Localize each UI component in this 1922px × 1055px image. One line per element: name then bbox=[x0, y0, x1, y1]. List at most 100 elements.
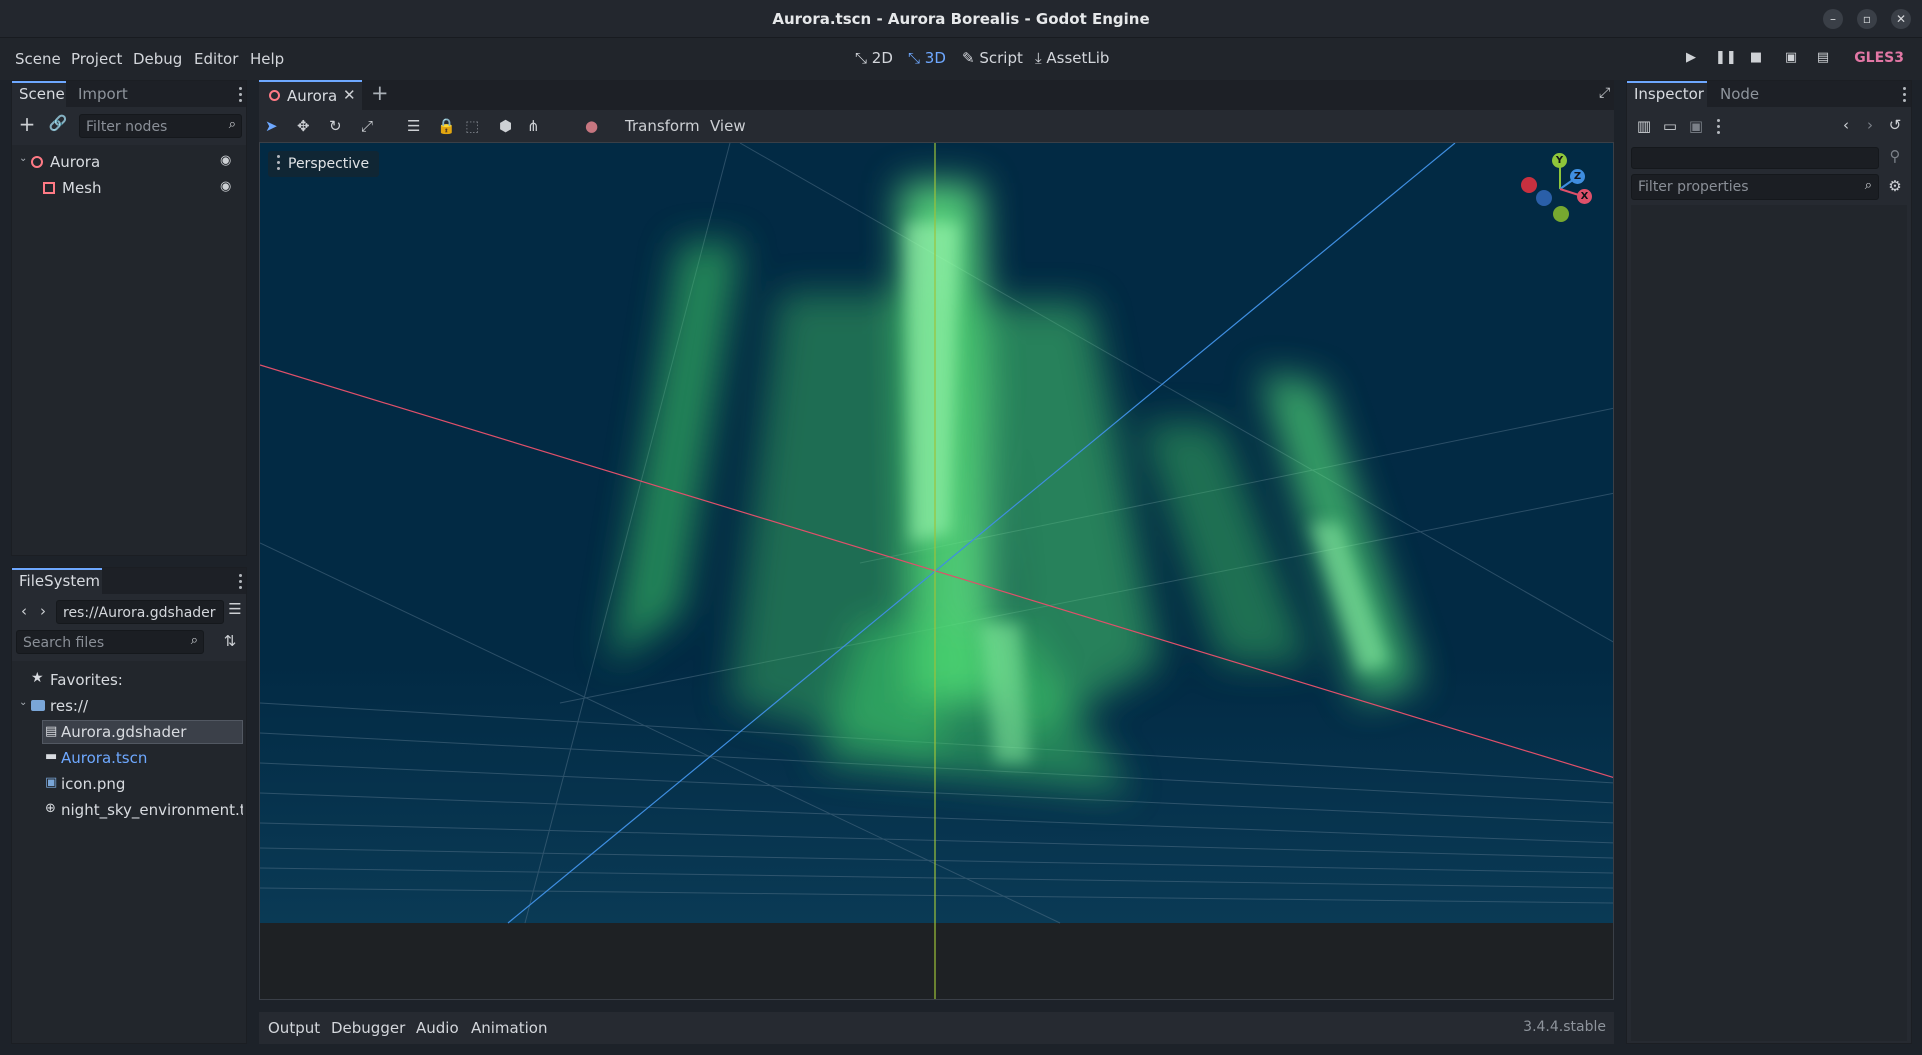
play-icon[interactable]: ▶ bbox=[1682, 50, 1700, 68]
pause-icon[interactable]: ❚❚ bbox=[1715, 50, 1737, 68]
chevron-down-icon[interactable]: ⌄ bbox=[19, 153, 27, 164]
menu-help[interactable]: Help bbox=[250, 50, 284, 68]
object-tools-icon[interactable]: ⚲ bbox=[1885, 147, 1905, 165]
visibility-eye-icon[interactable]: ◉ bbox=[220, 153, 231, 168]
camera-override-icon[interactable]: ● bbox=[585, 117, 598, 135]
tab-import[interactable]: Import bbox=[78, 85, 128, 103]
tab-node[interactable]: Node bbox=[1720, 85, 1759, 103]
visibility-eye-icon[interactable]: ◉ bbox=[220, 179, 231, 194]
resource-menu-icon[interactable] bbox=[1717, 119, 1721, 135]
close-window-button[interactable]: ✕ bbox=[1891, 9, 1911, 29]
play-scene-icon[interactable]: ▣ bbox=[1782, 50, 1800, 68]
orientation-gizmo[interactable]: Y Z X bbox=[1520, 149, 1600, 229]
perspective-menu[interactable]: Perspective bbox=[268, 151, 380, 177]
renderer-selector[interactable]: GLES3 bbox=[1854, 50, 1904, 66]
scene-tree: ⌄ Aurora ◉ Mesh ◉ bbox=[12, 145, 246, 555]
gizmo-neg-z[interactable] bbox=[1536, 190, 1552, 206]
workspace-script-button[interactable]: ✎ Script bbox=[962, 49, 1023, 67]
filter-nodes-input[interactable]: Filter nodes ⌕ bbox=[79, 114, 242, 138]
move-mode-icon[interactable]: ✥ bbox=[297, 117, 310, 135]
select-mode-icon[interactable]: ➤ bbox=[265, 117, 278, 135]
history-back-icon[interactable]: ‹ bbox=[1839, 116, 1853, 134]
distraction-free-icon[interactable]: ⤢ bbox=[1599, 85, 1610, 101]
add-node-icon[interactable]: + bbox=[17, 112, 37, 136]
toggle-split-icon[interactable]: ☰ bbox=[226, 600, 244, 618]
scene-icon: ▬ bbox=[45, 749, 58, 764]
play-custom-scene-icon[interactable]: ▤ bbox=[1814, 50, 1832, 68]
tab-audio[interactable]: Audio bbox=[416, 1019, 459, 1037]
forward-icon[interactable]: › bbox=[36, 602, 50, 620]
3d-viewport[interactable]: Perspective Y Z X bbox=[259, 142, 1614, 1000]
snap-icon[interactable]: ⋔ bbox=[527, 117, 540, 135]
group-icon[interactable]: ⬚ bbox=[465, 117, 479, 135]
viewport-menu-icon bbox=[277, 155, 281, 171]
assetlib-icon: ⤓ bbox=[1035, 49, 1047, 67]
new-resource-icon[interactable]: ▥ bbox=[1635, 117, 1653, 135]
view-menu[interactable]: View bbox=[710, 117, 746, 135]
chevron-down-icon[interactable]: ⌄ bbox=[19, 697, 27, 708]
gizmo-y[interactable]: Y bbox=[1552, 153, 1567, 168]
open-resource-icon[interactable]: ▭ bbox=[1661, 117, 1679, 135]
rotate-mode-icon[interactable]: ↻ bbox=[329, 117, 342, 135]
3d-icon: ⤡ bbox=[908, 49, 925, 67]
object-path-field bbox=[1631, 147, 1879, 169]
property-options-icon[interactable]: ⚙ bbox=[1885, 177, 1905, 195]
workspace-2d-button[interactable]: ⤡ 2D bbox=[855, 49, 893, 67]
search-files-input[interactable]: Search files ⌕ bbox=[16, 630, 204, 654]
instance-scene-icon[interactable]: 🔗 bbox=[48, 114, 68, 132]
tab-animation[interactable]: Animation bbox=[471, 1019, 547, 1037]
history-forward-icon[interactable]: › bbox=[1863, 116, 1877, 134]
file-row-icon-png[interactable]: ▣ icon.png bbox=[42, 772, 243, 796]
menu-editor[interactable]: Editor bbox=[194, 50, 238, 68]
sort-icon[interactable]: ⇅ bbox=[220, 632, 240, 650]
tree-node-aurora[interactable]: ⌄ Aurora ◉ bbox=[12, 150, 246, 174]
gizmo-z[interactable]: Z bbox=[1570, 169, 1585, 184]
menu-scene[interactable]: Scene bbox=[15, 50, 61, 68]
tree-node-mesh[interactable]: Mesh ◉ bbox=[12, 176, 246, 200]
res-root-row[interactable]: ⌄ res:// bbox=[12, 694, 246, 718]
favorites-row[interactable]: ★ Favorites: bbox=[12, 668, 246, 692]
workspace-3d-button[interactable]: ⤡ 3D bbox=[908, 49, 946, 67]
tab-debugger[interactable]: Debugger bbox=[331, 1019, 405, 1037]
path-field[interactable]: res://Aurora.gdshader bbox=[56, 600, 224, 624]
scene-dock-menu-icon[interactable] bbox=[239, 87, 243, 103]
workspace-assetlib-button[interactable]: ⤓ AssetLib bbox=[1035, 49, 1109, 67]
transform-menu[interactable]: Transform bbox=[625, 117, 700, 135]
inspector-menu-icon[interactable] bbox=[1903, 87, 1907, 103]
gizmo-x[interactable]: X bbox=[1577, 189, 1592, 204]
filter-properties-input[interactable]: Filter properties ⌕ bbox=[1631, 174, 1879, 200]
filesystem-menu-icon[interactable] bbox=[239, 574, 243, 590]
gizmo-neg-x[interactable] bbox=[1521, 177, 1537, 193]
environment-icon: ⊕ bbox=[45, 801, 56, 816]
file-row-night-sky[interactable]: ⊕ night_sky_environment.tre bbox=[42, 798, 243, 822]
window-title: Aurora.tscn - Aurora Borealis - Godot En… bbox=[772, 10, 1150, 28]
lock-icon[interactable]: 🔒 bbox=[437, 117, 456, 135]
save-resource-icon[interactable]: ▣ bbox=[1687, 117, 1705, 135]
menu-debug[interactable]: Debug bbox=[133, 50, 182, 68]
folder-icon bbox=[31, 700, 45, 711]
mesh-instance-icon bbox=[43, 182, 55, 194]
tab-output[interactable]: Output bbox=[268, 1019, 320, 1037]
tab-aurora-scene[interactable]: Aurora ✕ bbox=[259, 80, 362, 110]
gizmo-neg-y[interactable] bbox=[1553, 206, 1569, 222]
stop-icon[interactable]: ■ bbox=[1747, 50, 1765, 68]
file-row-aurora-gdshader[interactable]: ▤ Aurora.gdshader bbox=[42, 720, 243, 744]
minimize-button[interactable]: – bbox=[1823, 9, 1843, 29]
scale-mode-icon[interactable]: ⤢ bbox=[361, 117, 373, 135]
back-icon[interactable]: ‹ bbox=[17, 602, 31, 620]
menu-project[interactable]: Project bbox=[71, 50, 122, 68]
tab-inspector[interactable]: Inspector bbox=[1634, 85, 1704, 103]
tab-filesystem[interactable]: FileSystem bbox=[19, 572, 100, 590]
maximize-button[interactable]: ▫ bbox=[1857, 9, 1877, 29]
new-tab-icon[interactable]: + bbox=[371, 81, 389, 105]
inspector-property-list bbox=[1631, 205, 1907, 1041]
close-tab-icon[interactable]: ✕ bbox=[343, 86, 356, 104]
local-space-icon[interactable]: ⬢ bbox=[499, 117, 512, 135]
tab-scene[interactable]: Scene bbox=[19, 85, 65, 103]
inspector-dock: Inspector Node ▥ ▭ ▣ ‹ › ↺ ⚲ Filter prop… bbox=[1626, 80, 1912, 1044]
file-row-aurora-tscn[interactable]: ▬ Aurora.tscn bbox=[42, 746, 243, 770]
image-icon: ▣ bbox=[45, 775, 58, 790]
engine-version: 3.4.4.stable bbox=[1523, 1019, 1606, 1035]
list-select-icon[interactable]: ☰ bbox=[407, 117, 420, 135]
history-icon[interactable]: ↺ bbox=[1886, 116, 1904, 134]
